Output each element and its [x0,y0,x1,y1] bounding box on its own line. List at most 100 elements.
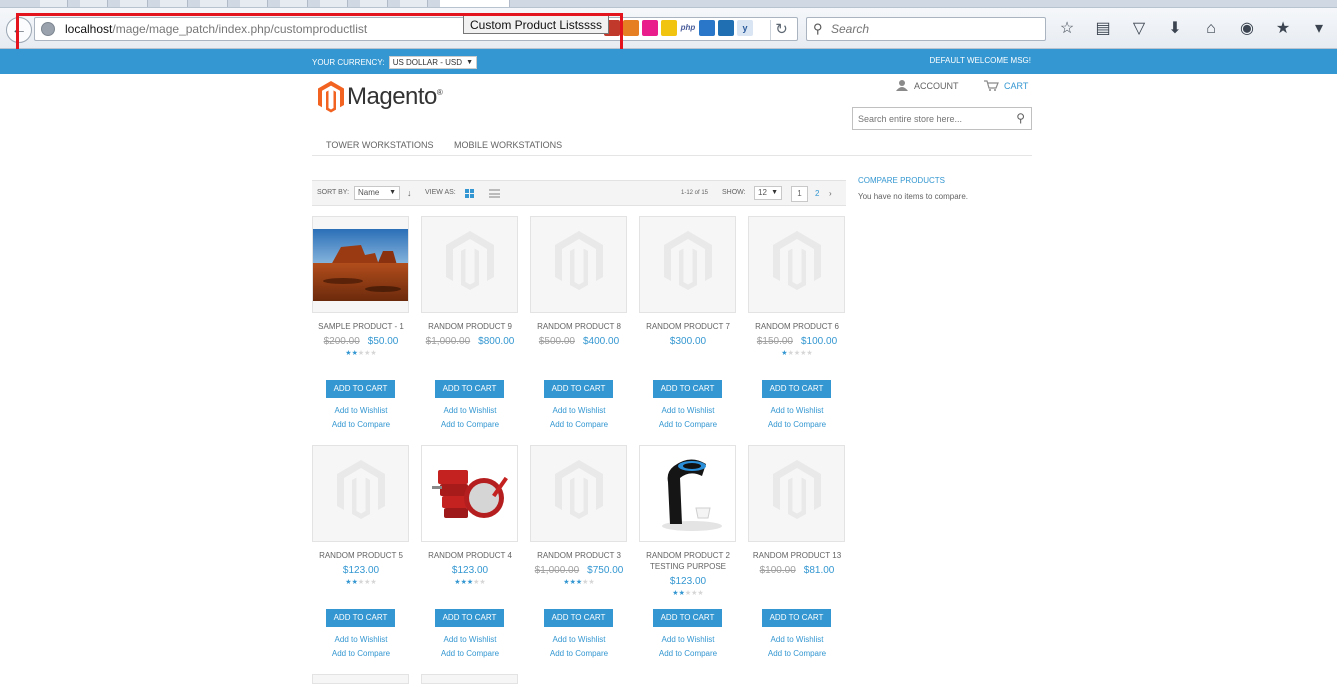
add-to-cart-button[interactable]: ADD TO CART [326,609,395,627]
browser-tab[interactable] [400,0,428,7]
browser-search-box[interactable]: ⚲ [806,17,1046,41]
product-image[interactable] [530,216,627,313]
product-name[interactable]: RANDOM PRODUCT 4 [421,550,519,561]
currency-select[interactable]: US DOLLAR - USD ▼ [388,56,478,69]
add-to-cart-button[interactable]: ADD TO CART [435,380,504,398]
product-name[interactable]: RANDOM PRODUCT 9 [421,321,519,332]
pocket-icon[interactable]: ▽ [1128,19,1150,39]
php-icon[interactable]: php [680,20,696,36]
product-name[interactable]: RANDOM PRODUCT 6 [748,321,846,332]
cart-link[interactable]: CART [984,80,1028,91]
product-name[interactable]: RANDOM PRODUCT 5 [312,550,410,561]
next-page-icon[interactable]: › [829,189,832,198]
extension-icon[interactable] [623,20,639,36]
product-thumbnail-partial[interactable] [312,674,409,684]
browser-tab[interactable] [280,0,308,7]
add-to-wishlist-link[interactable]: Add to Wishlist [421,635,519,644]
product-image[interactable] [748,216,845,313]
add-to-wishlist-link[interactable]: Add to Wishlist [530,406,628,415]
chat-icon[interactable]: ◉ [1236,19,1258,39]
browser-tab[interactable] [200,0,228,7]
add-to-cart-button[interactable]: ADD TO CART [762,380,831,398]
browser-tab-active[interactable] [440,0,510,7]
browser-tab[interactable] [120,0,148,7]
sort-by-select[interactable]: Name ▼ [354,186,400,200]
add-to-compare-link[interactable]: Add to Compare [748,420,846,429]
add-to-cart-button[interactable]: ADD TO CART [544,609,613,627]
account-link[interactable]: ACCOUNT [896,80,959,91]
extension-icon[interactable] [699,20,715,36]
reading-list-icon[interactable]: ▤ [1092,19,1114,39]
show-per-page-select[interactable]: 12 ▼ [754,186,782,200]
add-to-cart-button[interactable]: ADD TO CART [544,380,613,398]
browser-tab[interactable] [160,0,188,7]
add-to-cart-button[interactable]: ADD TO CART [326,380,395,398]
extension-icon[interactable] [642,20,658,36]
add-to-wishlist-link[interactable]: Add to Wishlist [421,406,519,415]
download-icon[interactable]: ⬇ [1164,19,1186,39]
store-search-input[interactable] [858,112,1008,126]
product-image[interactable] [639,216,736,313]
product-thumbnail-partial[interactable] [421,674,518,684]
add-to-wishlist-link[interactable]: Add to Wishlist [312,406,410,415]
product-image[interactable] [312,445,409,542]
add-to-wishlist-link[interactable]: Add to Wishlist [748,406,846,415]
home-icon[interactable]: ⌂ [1200,19,1222,39]
add-to-cart-button[interactable]: ADD TO CART [653,380,722,398]
product-name[interactable]: RANDOM PRODUCT 8 [530,321,628,332]
add-to-cart-button[interactable]: ADD TO CART [435,609,504,627]
add-to-compare-link[interactable]: Add to Compare [312,649,410,658]
store-search-box[interactable]: ⚲ [852,107,1032,130]
search-icon[interactable]: ⚲ [1016,111,1025,125]
browser-tab[interactable] [360,0,388,7]
product-price: $100.00 [801,336,838,347]
add-to-compare-link[interactable]: Add to Compare [312,420,410,429]
browser-tab[interactable] [40,0,68,7]
sort-direction-icon[interactable]: ↓ [407,188,412,198]
browser-tab[interactable] [240,0,268,7]
extension-icon[interactable]: y [737,20,753,36]
product-name[interactable]: SAMPLE PRODUCT - 1 [312,321,410,332]
browser-search-input[interactable] [831,20,1041,38]
grid-view-icon[interactable] [465,189,474,198]
add-to-compare-link[interactable]: Add to Compare [530,420,628,429]
product-image[interactable] [748,445,845,542]
add-to-wishlist-link[interactable]: Add to Wishlist [312,635,410,644]
add-to-compare-link[interactable]: Add to Compare [748,649,846,658]
product-price: $123.00 [669,576,707,587]
add-to-compare-link[interactable]: Add to Compare [421,649,519,658]
menu-dropdown-icon[interactable]: ▾ [1308,19,1330,39]
add-to-cart-button[interactable]: ADD TO CART [762,609,831,627]
product-name[interactable]: RANDOM PRODUCT 3 [530,550,628,561]
product-image[interactable] [421,445,518,542]
product-image[interactable] [421,216,518,313]
list-view-icon[interactable] [489,189,500,198]
add-to-wishlist-link[interactable]: Add to Wishlist [530,635,628,644]
product-name[interactable]: RANDOM PRODUCT 2 TESTING PURPOSE [639,550,737,572]
product-name[interactable]: RANDOM PRODUCT 13 [748,550,846,561]
extension-icon[interactable] [661,20,677,36]
addon-icon[interactable]: ★ [1272,19,1294,39]
nav-item-tower-workstations[interactable]: TOWER WORKSTATIONS [326,140,434,150]
product-image[interactable] [530,445,627,542]
reload-icon[interactable]: ↻ [770,20,792,40]
product-image[interactable] [312,216,409,313]
add-to-compare-link[interactable]: Add to Compare [639,649,737,658]
bookmark-star-icon[interactable]: ☆ [1056,19,1078,39]
add-to-wishlist-link[interactable]: Add to Wishlist [748,635,846,644]
add-to-cart-button[interactable]: ADD TO CART [653,609,722,627]
nav-item-mobile-workstations[interactable]: MOBILE WORKSTATIONS [454,140,562,150]
add-to-wishlist-link[interactable]: Add to Wishlist [639,635,737,644]
product-name[interactable]: RANDOM PRODUCT 7 [639,321,737,332]
add-to-compare-link[interactable]: Add to Compare [639,420,737,429]
add-to-wishlist-link[interactable]: Add to Wishlist [639,406,737,415]
coffee-machine-photo [640,446,735,541]
extension-icon[interactable] [718,20,734,36]
page-link-2[interactable]: 2 [815,189,819,198]
browser-tab[interactable] [80,0,108,7]
add-to-compare-link[interactable]: Add to Compare [421,420,519,429]
product-image[interactable] [639,445,736,542]
site-logo[interactable]: Magento® [318,81,443,113]
browser-tab[interactable] [320,0,348,7]
add-to-compare-link[interactable]: Add to Compare [530,649,628,658]
